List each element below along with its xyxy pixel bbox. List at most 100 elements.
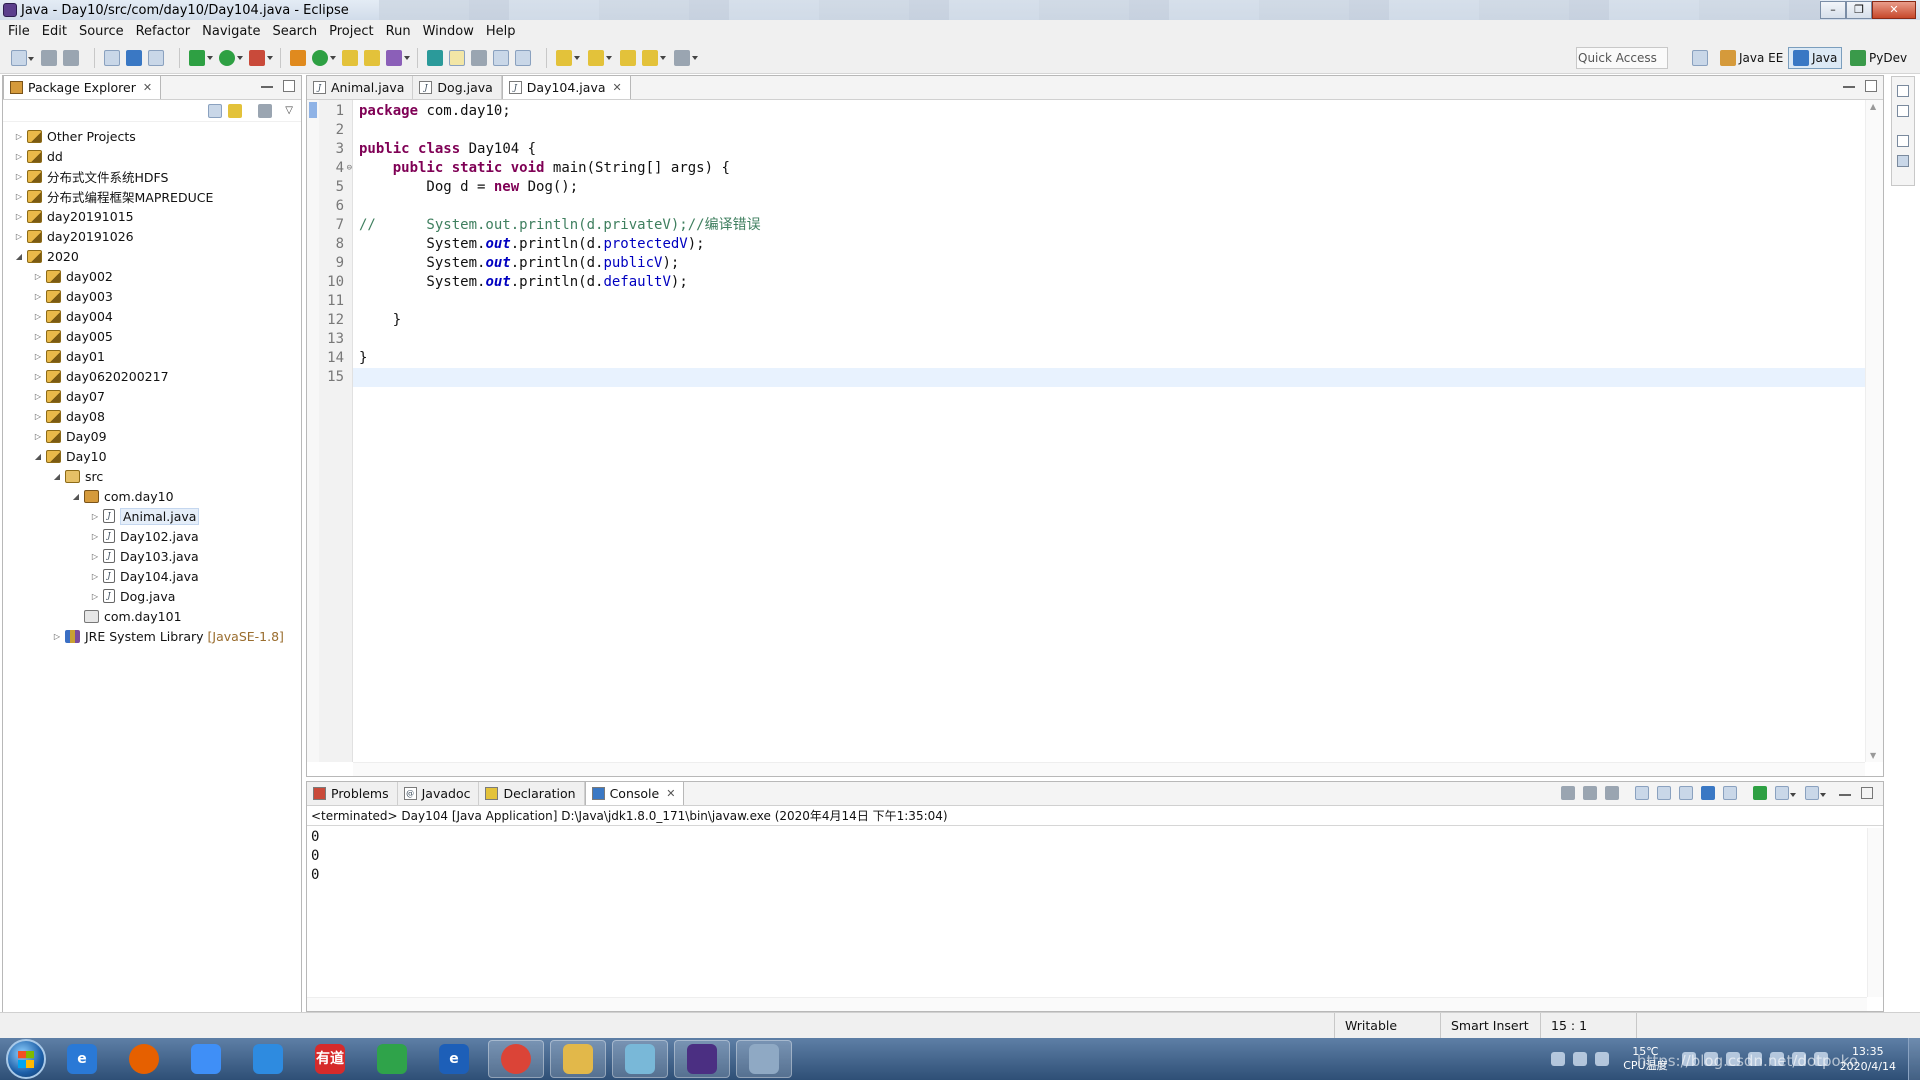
collapsed-twisty-icon[interactable]: ▷ [13,212,25,221]
code-line[interactable] [359,121,1865,140]
search-icon[interactable] [386,49,410,66]
debug-icon[interactable] [189,49,213,66]
tree-item[interactable]: ▷ day0620200217 [3,366,301,386]
tree-item[interactable]: ▷ day002 [3,266,301,286]
scroll-lock-icon[interactable] [1657,786,1671,800]
taskbar-youdao[interactable]: 有道 [302,1040,358,1078]
maximize-icon[interactable] [1861,787,1873,799]
tree-item[interactable]: ▷ J Day102.java [3,526,301,546]
tree-item[interactable]: ▷ Day09 [3,426,301,446]
back-icon[interactable] [642,49,666,66]
collapsed-twisty-icon[interactable]: ▷ [89,592,101,601]
code-line[interactable]: System.out.println(d.publicV); [359,254,1865,273]
collapsed-twisty-icon[interactable]: ▷ [13,192,25,201]
maximize-icon[interactable] [283,80,295,92]
tree-item[interactable]: ◢ src [3,466,301,486]
code-line[interactable]: System.out.println(d.protectedV); [359,235,1865,254]
close-icon[interactable]: ✕ [613,81,622,94]
collapsed-twisty-icon[interactable]: ▷ [13,232,25,241]
show-whitespace-icon[interactable] [493,49,509,66]
open-perspective-icon[interactable] [1692,50,1708,66]
tree-item[interactable]: ▷ JRE System Library [JavaSE-1.8] [3,626,301,646]
open-type-icon[interactable] [342,49,358,66]
new-icon[interactable] [11,49,34,66]
collapsed-twisty-icon[interactable]: ▷ [89,552,101,561]
next-annotation-icon[interactable] [556,49,580,66]
network-icon[interactable] [1595,1052,1610,1066]
collapsed-twisty-icon[interactable]: ▷ [32,412,44,421]
tree-item[interactable]: ▷ J Animal.java [3,506,301,526]
code-line[interactable]: // System.out.println(d.privateV);//编译错误 [359,216,1865,235]
help-icon[interactable] [1573,1052,1588,1066]
show-console-on-output-icon[interactable] [1701,786,1715,800]
link-with-editor-icon[interactable] [228,103,243,118]
tree-item[interactable]: ▷ day003 [3,286,301,306]
restore-icon[interactable] [1897,85,1909,97]
new-java-class-icon[interactable] [312,49,336,66]
clear-console-icon[interactable] [1635,786,1649,800]
maximize-icon[interactable] [1865,80,1877,92]
console-horizontal-scrollbar[interactable] [307,997,1867,1011]
menu-navigate[interactable]: Navigate [198,24,268,39]
start-button[interactable] [6,1039,46,1079]
menu-source[interactable]: Source [75,24,132,39]
code-line[interactable] [353,368,1865,387]
keyboard-icon[interactable] [1551,1052,1566,1066]
pin-console-icon[interactable] [1753,786,1767,800]
last-edit-location-icon[interactable] [620,49,636,66]
tree-item[interactable]: ▷ J Dog.java [3,586,301,606]
taskbar-ie[interactable]: e [54,1040,110,1078]
collapsed-twisty-icon[interactable]: ▷ [32,312,44,321]
menu-run[interactable]: Run [382,24,419,39]
taskbar-chrome[interactable] [488,1040,544,1078]
tree-item[interactable]: com.day101 [3,606,301,626]
tree-item[interactable]: ▷ 分布式文件系统HDFS [3,166,301,186]
expanded-twisty-icon[interactable]: ◢ [13,252,25,261]
collapsed-twisty-icon[interactable]: ▷ [32,272,44,281]
collapsed-twisty-icon[interactable]: ▷ [32,432,44,441]
tree-item[interactable]: ▷ day07 [3,386,301,406]
tab-problems[interactable]: Problems [307,782,398,805]
collapsed-twisty-icon[interactable]: ▷ [13,132,25,141]
editor-horizontal-scrollbar[interactable] [353,762,1865,776]
tree-item[interactable]: ◢ Day10 [3,446,301,466]
perspective-pydev[interactable]: PyDev [1846,47,1911,69]
perspective-java-ee[interactable]: Java EE [1716,47,1787,69]
run-icon[interactable] [219,49,243,66]
close-icon[interactable]: ✕ [143,81,152,94]
collapsed-twisty-icon[interactable]: ▷ [32,372,44,381]
collapsed-twisty-icon[interactable]: ▷ [89,532,101,541]
tree-item[interactable]: ▷ J Day104.java [3,566,301,586]
print-icon[interactable] [104,49,120,66]
taskbar-explorer[interactable] [550,1040,606,1078]
tree-item[interactable]: ▷ day08 [3,406,301,426]
menu-file[interactable]: File [4,24,38,39]
taskbar-firefox[interactable] [116,1040,172,1078]
tree-item[interactable]: ◢ 2020 [3,246,301,266]
code-line[interactable] [359,330,1865,349]
tree-item[interactable]: ▷ day20191015 [3,206,301,226]
close-button[interactable]: ✕ [1872,1,1916,19]
expanded-twisty-icon[interactable]: ◢ [51,472,63,481]
show-console-on-error-icon[interactable] [1723,786,1737,800]
display-selected-console-icon[interactable] [1775,786,1796,800]
code-area[interactable]: package com.day10; public class Day104 { … [353,100,1865,762]
console-output[interactable]: 0 0 0 [307,826,1883,885]
taskbar-baidu-netdisk[interactable] [178,1040,234,1078]
console-vertical-scrollbar[interactable] [1867,828,1883,997]
collapsed-twisty-icon[interactable]: ▷ [32,352,44,361]
menu-search[interactable]: Search [268,24,325,39]
tab-javadoc[interactable]: @ Javadoc [397,782,480,805]
open-console-icon[interactable] [1805,786,1826,800]
expanded-twisty-icon[interactable]: ◢ [32,452,44,461]
show-paragraph-icon[interactable] [515,49,531,66]
view-menu-icon[interactable]: ▽ [285,105,293,116]
code-line[interactable] [359,197,1865,216]
close-icon[interactable]: ✕ [666,787,675,800]
collapsed-twisty-icon[interactable]: ▷ [32,392,44,401]
collapsed-twisty-icon[interactable]: ▷ [51,632,63,641]
collapsed-twisty-icon[interactable]: ▷ [32,332,44,341]
tab-dog-java[interactable]: J Dog.java [413,76,502,99]
code-line[interactable]: } [359,311,1865,330]
minimize-icon[interactable] [1839,794,1851,798]
